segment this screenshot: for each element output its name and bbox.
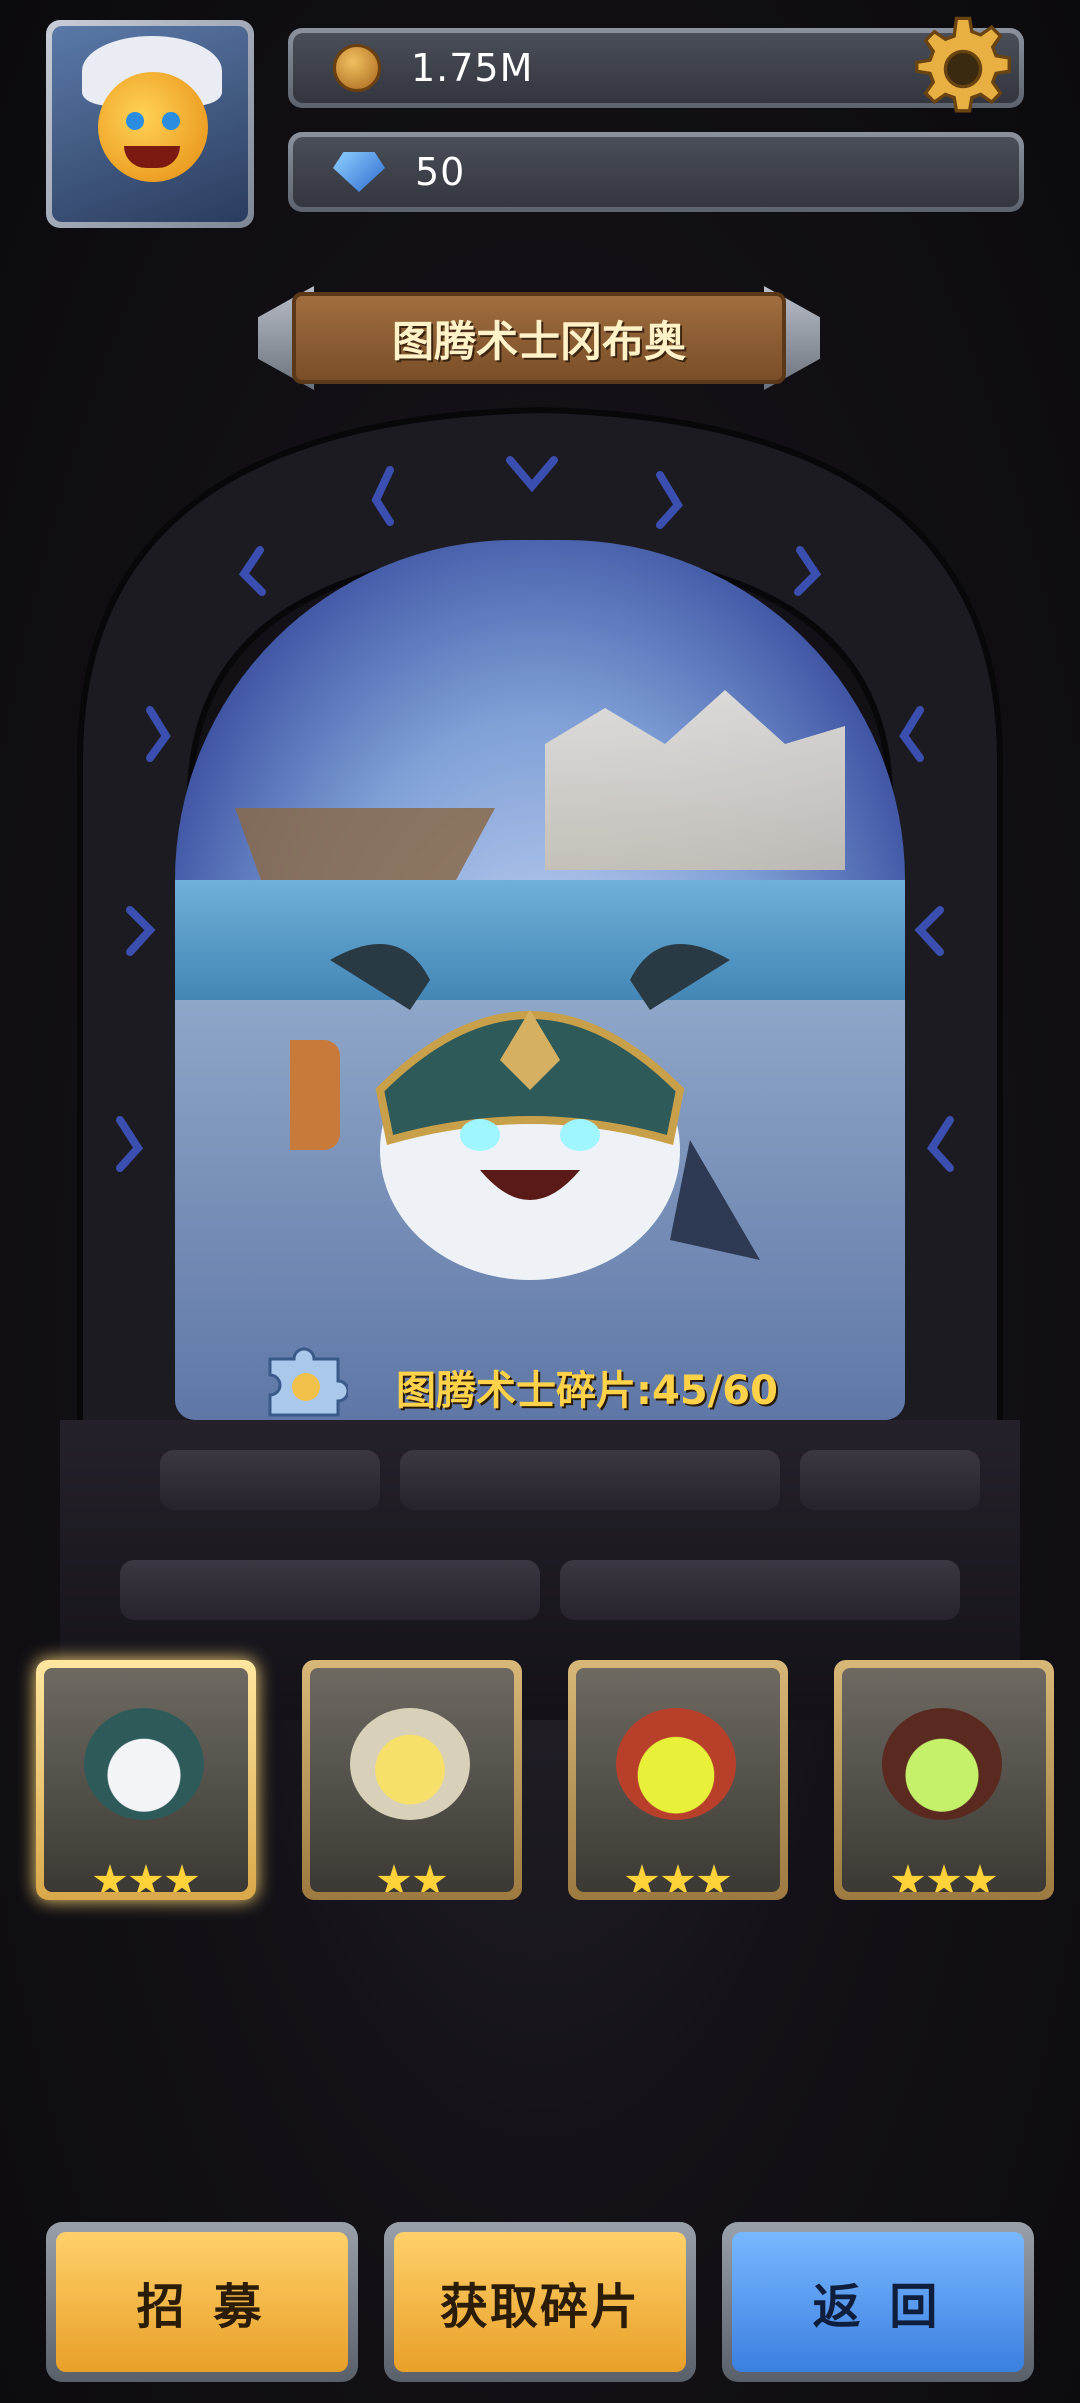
star-icon — [165, 1864, 199, 1892]
gem-bar: 50 — [288, 132, 1024, 212]
coin-icon — [333, 44, 381, 92]
hero-illustration — [290, 944, 760, 1280]
star-rating — [44, 1864, 248, 1892]
star-icon — [661, 1864, 695, 1892]
star-icon — [129, 1864, 163, 1892]
hero-name: 图腾术士冈布奥 — [391, 316, 686, 366]
hero-portrait — [616, 1708, 736, 1820]
avatar-portrait — [52, 26, 248, 222]
coin-amount: 1.75M — [411, 46, 534, 90]
shard-progress: 图腾术士碎片:45/60 — [396, 1368, 778, 1414]
back-button[interactable]: 返 回 — [722, 2222, 1034, 2382]
town-illustration — [545, 690, 845, 870]
gem-amount: 50 — [415, 150, 466, 194]
star-rating — [310, 1864, 514, 1892]
star-rating — [842, 1864, 1046, 1892]
star-icon — [625, 1864, 659, 1892]
gear-icon[interactable] — [908, 14, 1018, 124]
hero-portrait — [84, 1708, 204, 1820]
puzzle-shard-icon — [268, 1347, 348, 1417]
player-avatar[interactable] — [46, 20, 254, 228]
hero-card-2[interactable] — [302, 1660, 522, 1900]
hero-card-1[interactable] — [36, 1660, 256, 1900]
star-icon — [927, 1864, 961, 1892]
star-icon — [413, 1864, 447, 1892]
get-shards-button[interactable]: 获取碎片 — [384, 2222, 696, 2382]
get-shards-label: 获取碎片 — [439, 2279, 640, 2335]
hero-name-plate: 图腾术士冈布奥 — [258, 286, 820, 390]
ship-illustration — [235, 808, 495, 880]
recruit-label: 招 募 — [136, 2279, 268, 2335]
star-rating — [576, 1864, 780, 1892]
hero-card-3[interactable] — [568, 1660, 788, 1900]
back-label: 返 回 — [812, 2279, 944, 2335]
hero-card-4[interactable] — [834, 1660, 1054, 1900]
hero-portrait — [350, 1708, 470, 1820]
gem-icon — [333, 152, 385, 192]
star-icon — [93, 1864, 127, 1892]
star-icon — [963, 1864, 997, 1892]
recruit-button[interactable]: 招 募 — [46, 2222, 358, 2382]
star-icon — [697, 1864, 731, 1892]
star-icon — [377, 1864, 411, 1892]
star-icon — [891, 1864, 925, 1892]
hero-portrait — [882, 1708, 1002, 1820]
